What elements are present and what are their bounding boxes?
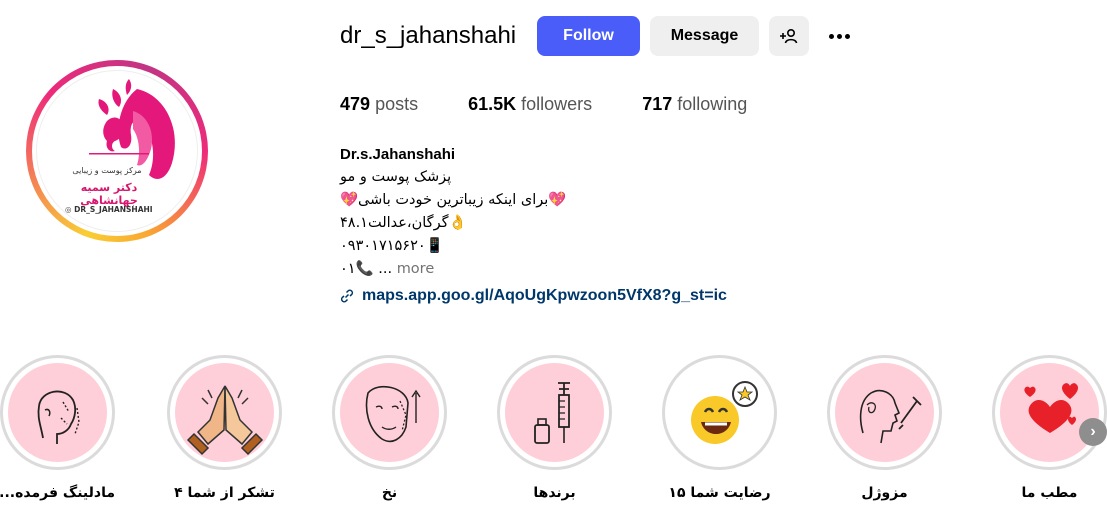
syringe-vial-icon (533, 381, 570, 444)
bio-link[interactable]: maps.app.goo.gl/AqoUgKpwzoon5VfX8?g_st=i… (340, 284, 760, 307)
bio-link-text[interactable]: maps.app.goo.gl/AqoUgKpwzoon5VfX8?g_st=i… (362, 284, 727, 307)
highlight-label: مادلینگ فرمده... (0, 485, 115, 501)
highlight-label: مطب ما (1021, 485, 1078, 501)
face-lift-thread-icon (365, 385, 421, 442)
highlight-item[interactable]: برندها (497, 355, 612, 501)
highlight-item[interactable]: نخ (332, 355, 447, 501)
bio-truncated-text: ۰۱📞 ... (340, 261, 393, 277)
highlight-ring[interactable] (992, 355, 1107, 470)
profile-stats: 479 posts 61.5K followers 717 following (340, 94, 797, 115)
followers-stat[interactable]: 61.5K followers (468, 94, 592, 115)
highlight-cover (835, 363, 934, 462)
highlight-ring[interactable] (662, 355, 777, 470)
bio-full-name: Dr.s.Jahanshahi (340, 146, 456, 163)
suggested-users-button[interactable] (769, 16, 809, 56)
highlight-ring[interactable] (167, 355, 282, 470)
highlight-item[interactable]: تشکر از شما ۴ (167, 355, 282, 501)
bio-line-specialty: پزشک پوست و مو (340, 169, 452, 185)
chevron-right-icon: › (1090, 423, 1096, 440)
highlight-ring[interactable] (332, 355, 447, 470)
highlight-item[interactable]: مزوژل (827, 355, 942, 501)
hearts-icon (1023, 382, 1078, 433)
highlight-cover (505, 363, 604, 462)
story-highlights: مادلینگ فرمده... تشکر از شما ۴ نخ برندها… (0, 355, 1107, 507)
highlight-ring[interactable] (0, 355, 115, 470)
highlight-label: نخ (381, 485, 398, 501)
avatar-handle: ◎ DR_S_JAHANSHAHI (65, 205, 153, 214)
more-options-button[interactable] (819, 16, 859, 56)
bio-line-address: 👌گرگان،عدالت۴۸.۱ (340, 215, 467, 231)
followers-count: 61.5K (468, 94, 517, 114)
praying-hands-icon (186, 385, 263, 455)
highlight-cover (8, 363, 107, 462)
highlight-label: برندها (533, 485, 576, 501)
highlight-label: رضایت شما ۱۵ (668, 485, 771, 501)
avatar-handle-text: DR_S_JAHANSHAHI (74, 205, 153, 214)
highlight-ring[interactable] (497, 355, 612, 470)
more-options-icon (828, 33, 850, 39)
avatar: مرکز پوست و زیبایی دکتر سمیه جهانشاهی ◎ … (36, 70, 198, 232)
follow-button[interactable]: Follow (537, 16, 640, 56)
highlights-next-button[interactable]: › (1079, 418, 1107, 446)
bio-line-slogan: 💖برای اینکه زیباترین خودت باشی💖 (340, 192, 567, 208)
profile-avatar-ring[interactable]: مرکز پوست و زیبایی دکتر سمیه جهانشاهی ◎ … (26, 60, 208, 242)
link-icon (340, 289, 354, 302)
followers-label: followers (521, 94, 593, 114)
bio-more-link[interactable]: more (397, 261, 435, 277)
highlight-ring[interactable] (827, 355, 942, 470)
mesogel-injection-icon (859, 389, 922, 443)
highlight-cover (340, 363, 439, 462)
highlight-cover (1000, 363, 1099, 462)
highlight-label: تشکر از شما ۴ (174, 485, 275, 501)
highlight-item[interactable]: رضایت شما ۱۵ (662, 355, 777, 501)
posts-count: 479 (340, 94, 371, 114)
avatar-doctor-name: دکتر سمیه جهانشاهی (80, 181, 138, 207)
profile-username: dr_s_jahanshahi (340, 22, 517, 49)
posts-stat: 479 posts (340, 94, 418, 115)
following-count: 717 (642, 94, 673, 114)
posts-label: posts (375, 94, 419, 114)
person-add-icon (780, 28, 798, 44)
highlight-label: مزوژل (861, 485, 908, 501)
avatar-frame: مرکز پوست و زیبایی دکتر سمیه جهانشاهی ◎ … (32, 66, 202, 236)
highlight-cover (670, 363, 769, 462)
face-contour-icon (37, 390, 80, 444)
avatar-tagline: مرکز پوست و زیبایی (72, 166, 142, 175)
message-button[interactable]: Message (650, 16, 759, 56)
profile-bio: Dr.s.Jahanshahi پزشک پوست و مو 💖برای این… (340, 143, 760, 307)
bio-line-truncated: ۰۱📞 ... more (340, 258, 760, 281)
following-label: following (677, 94, 748, 114)
highlight-cover (175, 363, 274, 462)
bio-line-phone: ۰۹۳۰۱۷۱۵۶۲۰📱 (340, 238, 444, 254)
highlight-item[interactable]: مادلینگ فرمده... (0, 355, 115, 501)
following-stat[interactable]: 717 following (642, 94, 747, 115)
smiley-star-icon (690, 380, 758, 444)
